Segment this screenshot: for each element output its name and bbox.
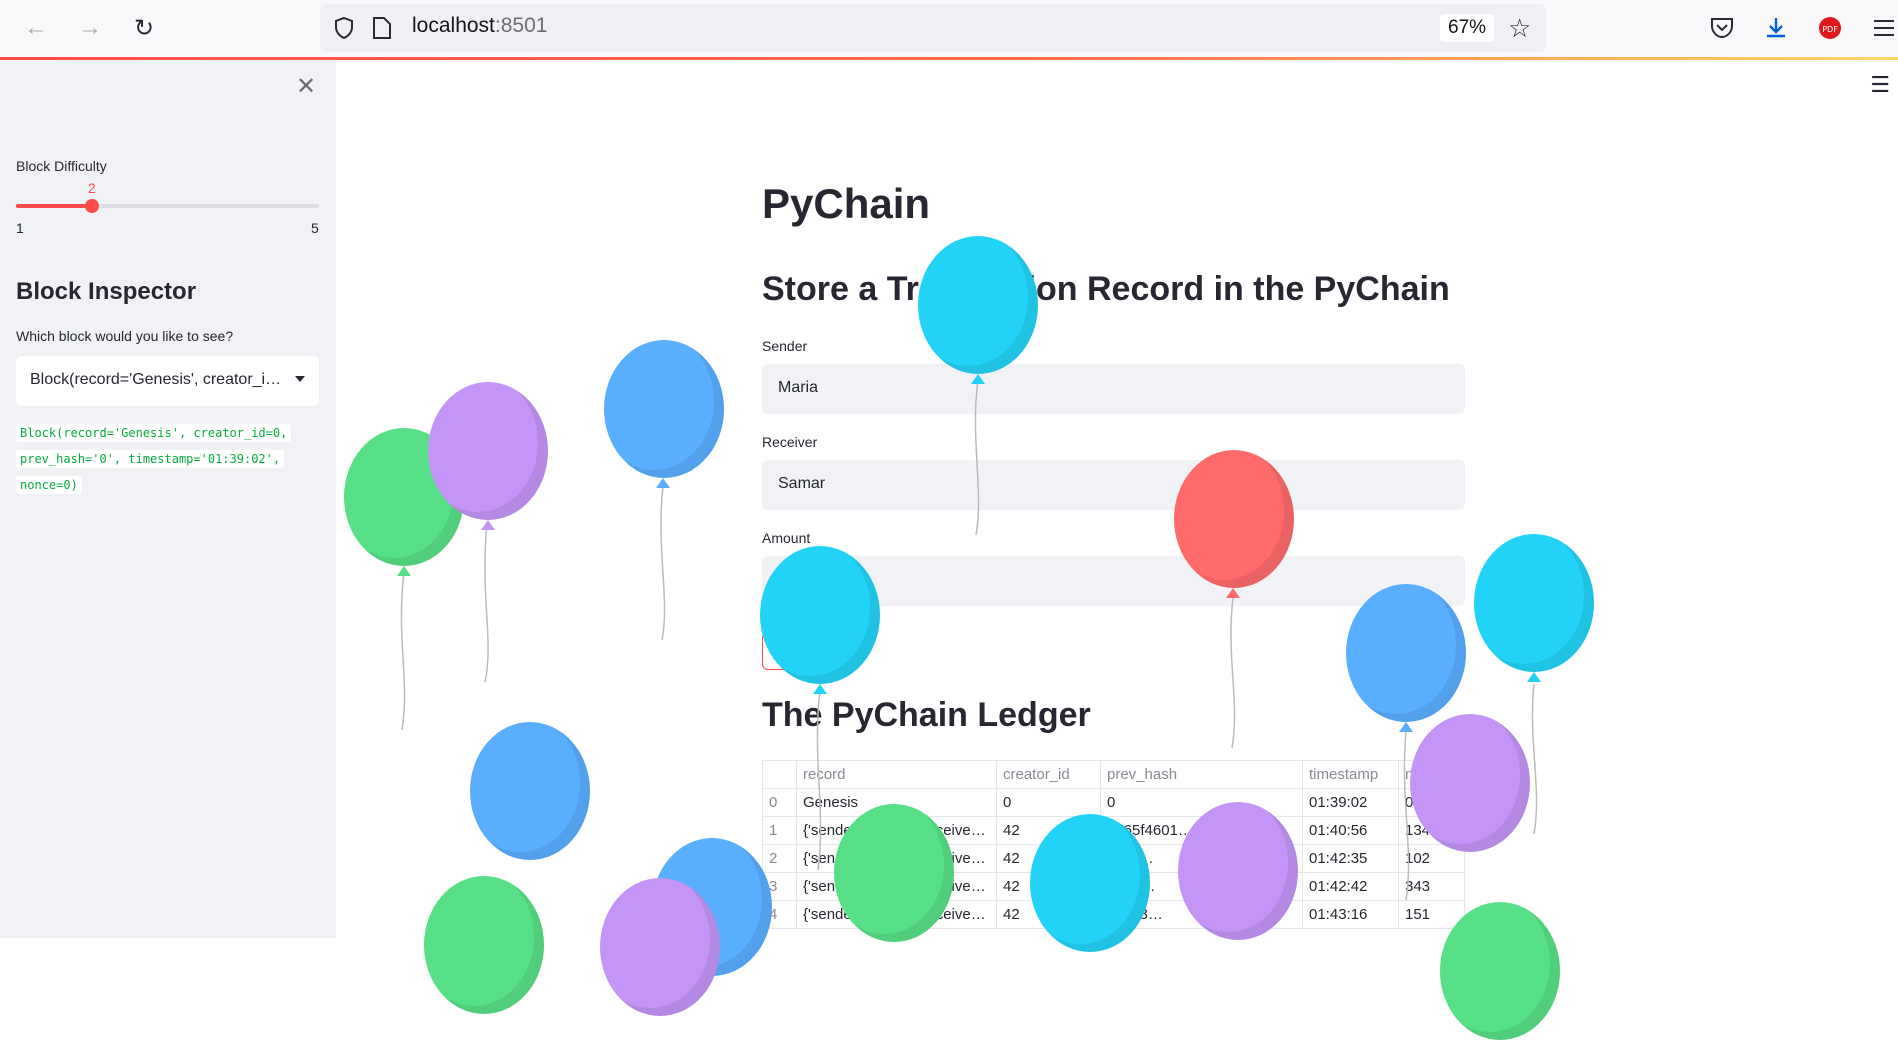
balloon [1410,714,1530,852]
balloon [760,546,880,684]
sidebar: ✕ Block Difficulty 2 1 5 Block Inspector… [0,60,336,938]
slider-max: 5 [311,220,319,236]
reload-icon[interactable]: ↻ [128,12,160,44]
section-title: Store a Transaction Record in the PyChai… [762,270,1450,308]
balloon [600,878,720,1016]
column-header[interactable]: creator_id [996,760,1101,789]
column-header[interactable]: timestamp [1302,760,1399,789]
row-index[interactable]: 2 [762,844,797,873]
difficulty-slider[interactable]: 2 [16,180,319,213]
balloon [1440,902,1560,1040]
sender-label: Sender [762,338,808,354]
row-index[interactable]: 1 [762,816,797,845]
table-cell[interactable]: 343 [1398,872,1465,901]
pocket-icon[interactable] [1706,12,1738,44]
url-bar[interactable]: localhost:8501 67% ☆ [320,4,1546,52]
balloon [470,722,590,860]
hamburger-menu-icon[interactable]: ☰ [1870,72,1890,98]
balloon [1174,450,1294,588]
balloon [834,804,954,942]
column-header[interactable] [762,760,797,789]
amount-label: Amount [762,530,811,546]
balloon [604,340,724,478]
slider-thumb[interactable] [84,199,99,213]
balloon-knot [971,374,985,384]
column-header[interactable]: prev_hash [1100,760,1303,789]
column-header[interactable]: record [796,760,997,789]
ledger-title: The PyChain Ledger [762,696,1091,734]
balloon-knot [813,684,827,694]
slider-value: 2 [87,180,96,196]
pdf-extension-icon[interactable]: PDF [1814,12,1846,44]
code-line: prev_hash='0', timestamp='01:39:02', [16,450,285,468]
table-cell[interactable]: 01:40:56 [1302,816,1399,845]
bookmark-star-icon[interactable]: ☆ [1508,14,1531,42]
balloon [1178,802,1298,940]
back-icon[interactable]: ← [20,12,52,44]
app-menu-icon[interactable] [1868,12,1898,44]
table-cell[interactable]: 0 [996,788,1101,817]
browser-toolbar: ← → ↻ localhost:8501 67% ☆ PDF [0,0,1898,58]
slider-min: 1 [16,220,24,236]
balloon-knot [1226,588,1240,598]
balloon-knot [1527,672,1541,682]
sender-input[interactable]: Maria [762,364,1465,414]
inspector-title: Block Inspector [16,278,197,305]
forward-icon[interactable]: → [74,12,106,44]
download-icon[interactable] [1760,12,1792,44]
slider-label: Block Difficulty [16,158,107,174]
table-cell[interactable]: 0 [1100,788,1303,817]
shield-icon[interactable] [332,16,356,40]
zoom-badge[interactable]: 67% [1440,14,1495,42]
balloon [428,382,548,520]
table-cell[interactable]: 01:39:02 [1302,788,1399,817]
receiver-label: Receiver [762,434,818,450]
balloon-knot [397,566,411,576]
select-value: Block(record='Genesis', creator_id=0, pr… [30,371,284,388]
balloon-knot [481,520,495,530]
close-sidebar-icon[interactable]: ✕ [296,72,316,101]
code-line: Block(record='Genesis', creator_id=0, [16,424,292,442]
balloon [918,236,1038,374]
balloon [1346,584,1466,722]
code-line: nonce=0) [16,476,82,494]
balloon-knot [656,478,670,488]
select-label: Which block would you like to see? [16,328,234,344]
table-header-row: record creator_id prev_hash timestamp no… [762,760,1465,789]
row-index[interactable]: 0 [762,788,797,817]
page-title: PyChain [762,180,931,227]
url-text[interactable]: localhost:8501 [412,14,547,38]
page-icon [373,17,391,39]
table-cell[interactable]: 01:42:35 [1302,844,1399,873]
balloon [1474,534,1594,672]
balloon-knot [1399,722,1413,732]
svg-text:PDF: PDF [1822,25,1838,34]
table-cell[interactable]: 01:42:42 [1302,872,1399,901]
block-select[interactable]: Block(record='Genesis', creator_id=0, pr… [16,356,319,406]
chevron-down-icon [295,376,305,382]
balloon [424,876,544,1014]
slider-fill [16,204,92,208]
receiver-input[interactable]: Samar [762,460,1465,510]
balloon [1030,814,1150,952]
table-cell[interactable]: 01:43:16 [1302,900,1399,929]
